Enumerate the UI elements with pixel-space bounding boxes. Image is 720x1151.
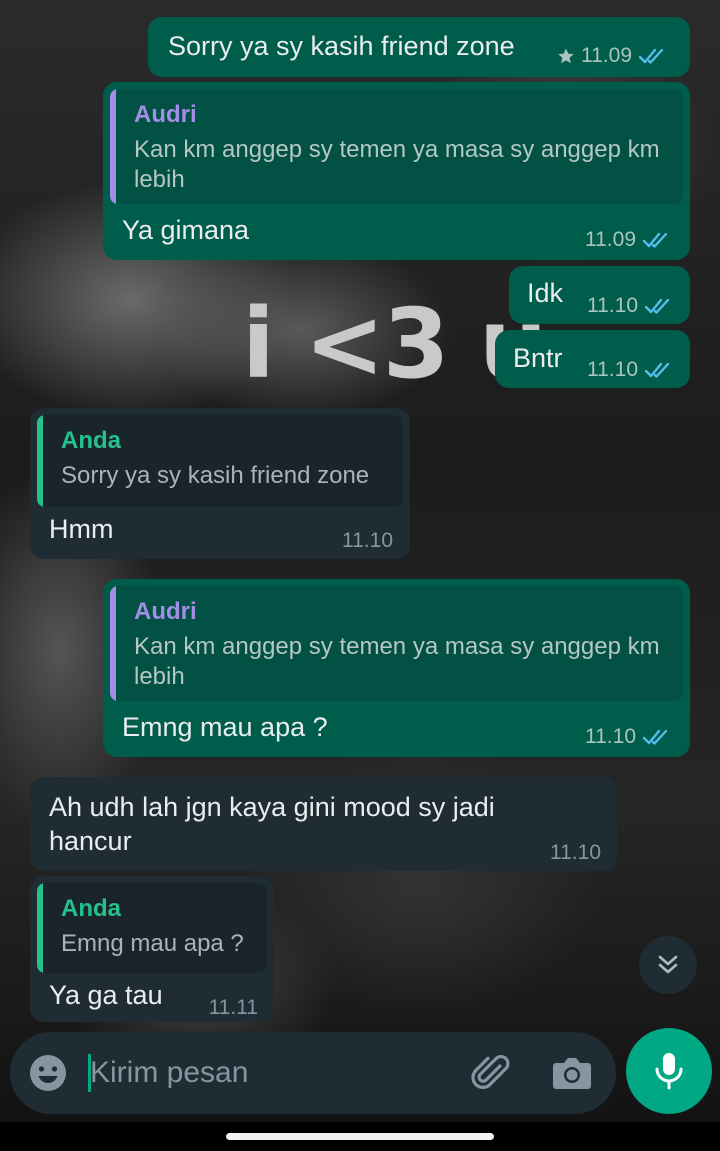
quote-bar bbox=[110, 89, 116, 204]
quoted-message[interactable]: Audri Kan km anggep sy temen ya masa sy … bbox=[110, 89, 683, 204]
message-time: 11.09 bbox=[581, 44, 632, 67]
double-chevron-down-icon bbox=[658, 955, 678, 974]
home-indicator[interactable] bbox=[226, 1133, 494, 1140]
message-bubble-incoming[interactable]: Anda Sorry ya sy kasih friend zone Hmm 1… bbox=[30, 408, 410, 559]
message-bubble-outgoing[interactable]: Bntr 11.10 bbox=[495, 330, 690, 388]
quote-author: Audri bbox=[134, 598, 197, 625]
message-meta: 11.10 bbox=[585, 725, 672, 749]
message-time: 11.10 bbox=[550, 841, 601, 864]
message-meta: 11.11 bbox=[209, 996, 258, 1020]
scroll-to-bottom-button[interactable] bbox=[639, 936, 697, 994]
message-meta: 11.10 bbox=[587, 294, 674, 318]
star-icon bbox=[558, 48, 574, 64]
message-time: 11.10 bbox=[587, 358, 638, 381]
double-check-icon bbox=[644, 298, 670, 314]
quote-author: Audri bbox=[134, 101, 197, 128]
emoji-icon[interactable] bbox=[28, 1053, 68, 1093]
message-meta: 11.09 bbox=[585, 228, 672, 252]
message-bubble-outgoing[interactable]: Sorry ya sy kasih friend zone 11.09 bbox=[148, 17, 690, 77]
quote-bar bbox=[37, 883, 43, 973]
message-input[interactable] bbox=[90, 1050, 450, 1096]
double-check-icon bbox=[644, 362, 670, 378]
double-check-icon bbox=[642, 232, 668, 248]
message-bubble-incoming[interactable]: Ah udh lah jgn kaya gini mood sy jadi ha… bbox=[30, 777, 617, 871]
quote-text: Emng mau apa ? bbox=[61, 930, 244, 957]
message-bubble-outgoing[interactable]: Audri Kan km anggep sy temen ya masa sy … bbox=[103, 579, 690, 757]
message-text: Ya gimana bbox=[122, 215, 250, 245]
double-check-icon bbox=[642, 729, 668, 745]
message-text: Idk bbox=[527, 278, 564, 308]
message-text: Sorry ya sy kasih friend zone bbox=[168, 31, 515, 61]
quote-bar bbox=[110, 586, 116, 701]
message-time: 11.10 bbox=[342, 529, 393, 552]
message-meta: 11.10 bbox=[587, 358, 674, 382]
quoted-message[interactable]: Audri Kan km anggep sy temen ya masa sy … bbox=[110, 586, 683, 701]
quote-bar bbox=[37, 415, 43, 507]
quote-text: Kan km anggep sy temen ya masa sy anggep… bbox=[134, 136, 660, 193]
message-text: Hmm bbox=[49, 514, 114, 544]
message-text: Bntr bbox=[513, 343, 563, 373]
message-composer bbox=[10, 1032, 616, 1114]
message-meta: 11.10 bbox=[342, 529, 393, 553]
quote-text: Sorry ya sy kasih friend zone bbox=[61, 462, 370, 489]
message-text: Ah udh lah jgn kaya gini mood sy jadi ha… bbox=[49, 792, 495, 856]
message-bubble-incoming[interactable]: Anda Emng mau apa ? Ya ga tau 11.11 bbox=[30, 876, 274, 1022]
message-text: Ya ga tau bbox=[49, 980, 163, 1010]
quoted-message[interactable]: Anda Sorry ya sy kasih friend zone bbox=[37, 415, 403, 507]
camera-icon[interactable] bbox=[550, 1053, 594, 1093]
message-bubble-outgoing[interactable]: Idk 11.10 bbox=[509, 266, 690, 324]
message-meta: 11.10 bbox=[550, 841, 601, 865]
message-time: 11.10 bbox=[585, 725, 636, 748]
paperclip-icon[interactable] bbox=[470, 1052, 514, 1094]
message-time: 11.11 bbox=[208, 996, 258, 1019]
message-time: 11.09 bbox=[585, 228, 636, 251]
message-time: 11.10 bbox=[587, 294, 638, 317]
message-text: Emng mau apa ? bbox=[122, 712, 328, 742]
quote-author: Anda bbox=[61, 427, 121, 454]
quote-text: Kan km anggep sy temen ya masa sy anggep… bbox=[134, 633, 660, 690]
quote-author: Anda bbox=[61, 895, 121, 922]
double-check-icon bbox=[638, 48, 664, 64]
voice-message-button[interactable] bbox=[626, 1028, 712, 1114]
message-bubble-outgoing[interactable]: Audri Kan km anggep sy temen ya masa sy … bbox=[103, 82, 690, 260]
quoted-message[interactable]: Anda Emng mau apa ? bbox=[37, 883, 267, 973]
microphone-icon bbox=[655, 1053, 683, 1090]
message-meta: 11.09 bbox=[557, 44, 668, 68]
